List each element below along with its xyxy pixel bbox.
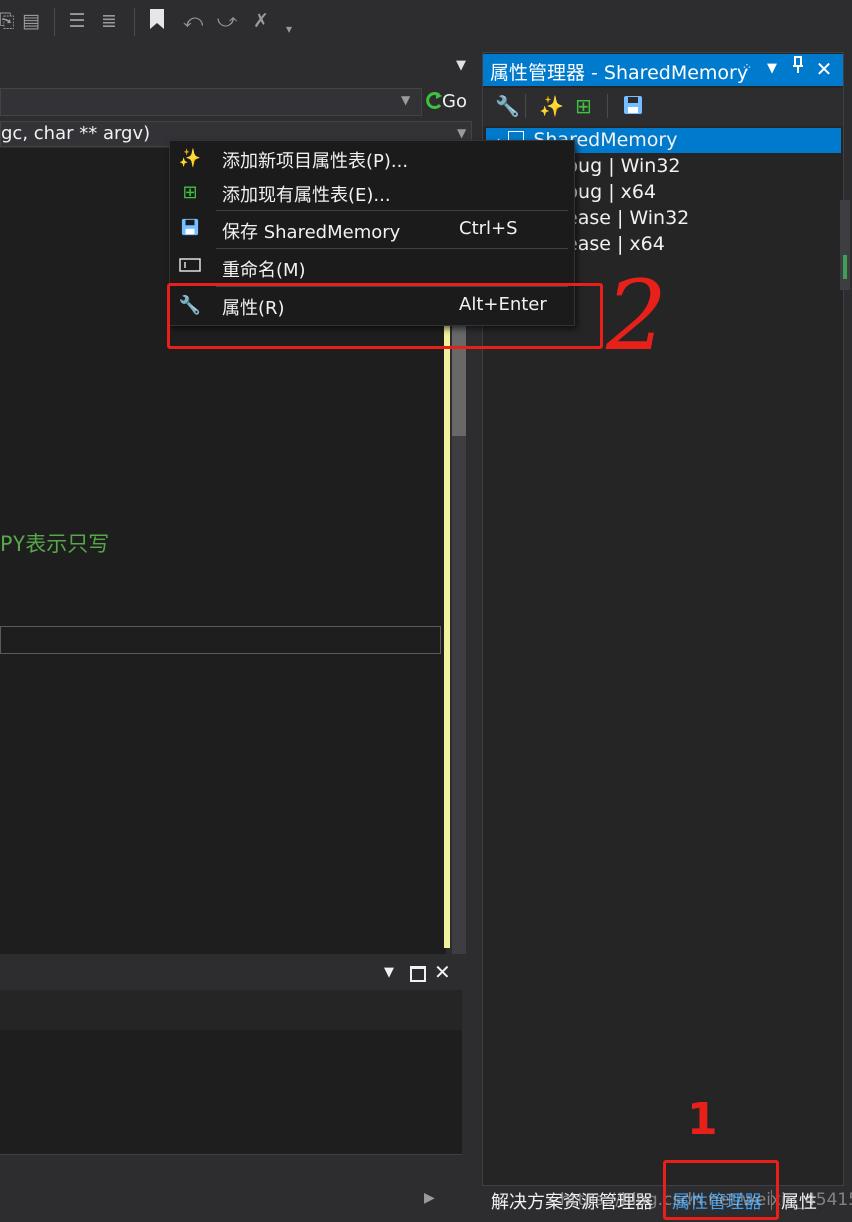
outdent-icon[interactable]: ☰ [64, 8, 90, 34]
output-panel-footer [0, 1154, 462, 1185]
navigation-bar[interactable]: ▼ [0, 88, 422, 116]
overflow-icon[interactable]: ▾ [276, 16, 302, 42]
menu-item-add-existing-property-sheet[interactable]: ⊞ 添加现有属性表(E)... [170, 175, 574, 211]
output-panel-title: ▼ ✕ [0, 958, 462, 988]
menu-item-shortcut: Ctrl+S [459, 218, 518, 239]
tree-item-config[interactable]: bug | x64 [566, 181, 656, 203]
go-button[interactable]: Go [424, 88, 474, 116]
comment-icon[interactable]: ⎘ [0, 8, 20, 34]
annotation-box-properties [167, 283, 603, 349]
toolbar-separator [54, 8, 55, 36]
panel-dropdown-icon[interactable]: ▼ [384, 965, 394, 980]
indent-icon[interactable]: ≣ [96, 8, 122, 34]
chevron-down-icon[interactable]: ▼ [457, 126, 466, 140]
go-label: Go [442, 91, 467, 112]
tree-item-label: ease | x64 [566, 233, 665, 255]
tree-item-config[interactable]: ease | x64 [566, 233, 665, 255]
add-new-sheet-icon[interactable]: ✨ [539, 94, 564, 118]
close-icon[interactable]: ✕ [434, 960, 451, 984]
editor-tab-strip: ▼ [0, 52, 480, 82]
toolbar-separator [134, 8, 135, 36]
magic-wand-icon: ✨ [178, 148, 202, 169]
close-icon[interactable]: ✕ [812, 56, 836, 82]
maximize-icon[interactable] [410, 966, 426, 982]
save-icon[interactable] [623, 95, 643, 115]
clear-bookmark-icon[interactable]: ✗ [248, 8, 274, 34]
code-comment: PY表示只写 [0, 532, 110, 556]
menu-item-label: 重命名(M) [222, 260, 306, 281]
add-existing-sheet-icon[interactable]: ⊞ [575, 94, 592, 118]
bookmark-icon[interactable] [144, 8, 170, 34]
pin-dots-icon: ⁘ [741, 61, 753, 76]
next-bookmark-icon[interactable]: ⤻ [214, 8, 240, 34]
panel-title: 属性管理器 - SharedMemory [490, 62, 749, 84]
go-arrow-icon [425, 91, 443, 111]
prev-bookmark-icon[interactable]: ⤺ [180, 8, 206, 34]
uncomment-icon[interactable]: ▤ [18, 8, 44, 34]
tree-item-label: ease | Win32 [566, 207, 690, 229]
auto-hide-pin-icon[interactable] [786, 56, 810, 82]
annotation-step-2: 2 [606, 260, 668, 372]
main-toolbar: ⎘ ▤ ☰ ≣ ⤺ ⤻ ✗ ▾ [0, 0, 852, 44]
toolbar-separator [607, 94, 608, 118]
chevron-down-icon[interactable]: ▼ [401, 93, 410, 107]
function-signature: gc, char ** argv) [1, 123, 151, 144]
code-line-highlight [0, 626, 441, 654]
tree-item-label: bug | x64 [566, 181, 657, 203]
annotation-step-1: 1 [687, 1094, 718, 1145]
menu-item-label: 添加现有属性表(E)... [222, 185, 391, 206]
menu-item-rename[interactable]: 重命名(M) [170, 250, 574, 286]
property-manager-toolbar: 🔧 ✨ ⊞ [483, 88, 843, 126]
rename-icon [178, 256, 202, 280]
menu-item-label: 添加新项目属性表(P)... [222, 151, 409, 172]
tree-item-label: bug | Win32 [566, 155, 681, 177]
tree-item-config[interactable]: bug | Win32 [566, 155, 681, 177]
add-existing-icon: ⊞ [182, 182, 198, 203]
tree-item-config[interactable]: ease | Win32 [566, 207, 689, 229]
wrench-icon[interactable]: 🔧 [495, 94, 520, 118]
horizontal-scrollbar[interactable]: ▶ [0, 1186, 462, 1212]
output-panel-toolbar [0, 990, 462, 1030]
save-icon [178, 218, 202, 242]
window-position-icon[interactable]: ▼ [760, 56, 784, 82]
scroll-right-icon[interactable]: ▶ [424, 1190, 435, 1206]
menu-item-save[interactable]: 保存 SharedMemory Ctrl+S [170, 212, 574, 248]
annotation-box-tab [663, 1160, 779, 1220]
output-panel-content[interactable] [0, 1030, 462, 1154]
toolbar-separator [525, 94, 526, 118]
menu-item-add-new-property-sheet[interactable]: ✨ 添加新项目属性表(P)... [170, 141, 574, 177]
menu-separator [216, 210, 568, 211]
menu-item-label: 保存 SharedMemory [222, 222, 401, 243]
menu-separator [216, 248, 568, 249]
tab-overflow-icon[interactable]: ▼ [456, 58, 466, 73]
scroll-indicator [843, 255, 847, 279]
